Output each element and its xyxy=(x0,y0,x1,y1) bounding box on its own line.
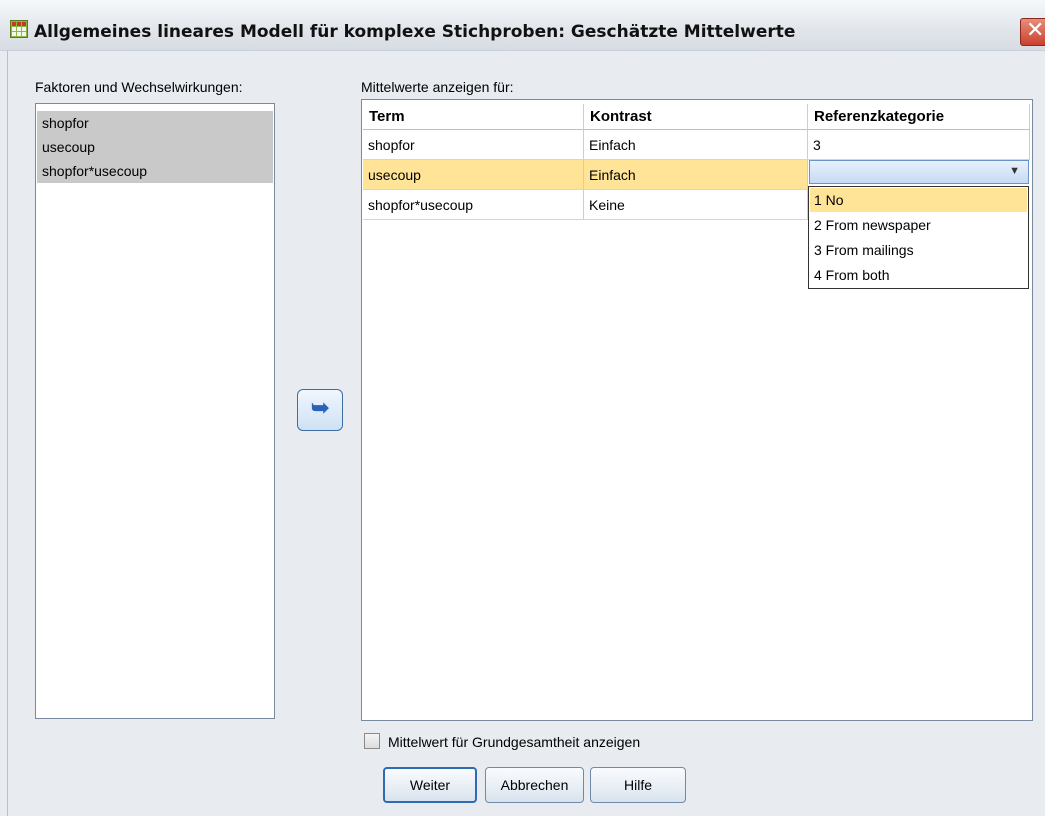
list-item[interactable]: shopfor xyxy=(37,111,273,135)
factors-label: Faktoren und Wechselwirkungen: xyxy=(35,79,243,95)
window-title: Allgemeines lineares Modell für komplexe… xyxy=(34,22,796,42)
table-cell-contrast[interactable]: Einfach xyxy=(584,130,808,160)
list-item[interactable]: shopfor*usecoup xyxy=(37,159,273,183)
means-label: Mittelwerte anzeigen für: xyxy=(361,79,514,95)
table-cell-term[interactable]: shopfor*usecoup xyxy=(363,190,584,220)
window-frame-left xyxy=(0,51,8,816)
reference-category-dropdown[interactable]: 1 No 2 From newspaper 3 From mailings 4 … xyxy=(808,186,1029,289)
dropdown-option[interactable]: 2 From newspaper xyxy=(810,213,1027,237)
dropdown-option[interactable]: 4 From both xyxy=(810,263,1027,287)
column-header-reference[interactable]: Referenzkategorie xyxy=(808,104,1030,130)
chevron-down-icon: ▼ xyxy=(1009,165,1020,177)
move-left-arrow-icon: ➥ xyxy=(311,395,330,420)
close-button[interactable]: ✕ xyxy=(1020,18,1045,46)
table-cell-contrast[interactable]: Keine xyxy=(584,190,808,220)
dropdown-option[interactable]: 1 No xyxy=(810,188,1027,212)
help-button[interactable]: Hilfe xyxy=(590,767,686,803)
table-cell-contrast[interactable]: Einfach xyxy=(584,160,808,190)
dropdown-option[interactable]: 3 From mailings xyxy=(810,238,1027,262)
spss-table-icon xyxy=(10,20,28,38)
reference-category-combobox[interactable]: ▼ xyxy=(809,160,1029,184)
continue-button[interactable]: Weiter xyxy=(383,767,477,803)
table-cell-reference[interactable]: 3 xyxy=(808,130,1030,160)
move-button[interactable]: ➥ xyxy=(297,389,343,431)
title-bar: Allgemeines lineares Modell für komplexe… xyxy=(0,0,1045,51)
column-header-term[interactable]: Term xyxy=(363,104,584,130)
population-mean-checkbox[interactable] xyxy=(364,733,380,749)
close-icon: ✕ xyxy=(1026,18,1045,43)
column-header-contrast[interactable]: Kontrast xyxy=(584,104,808,130)
table-cell-term[interactable]: shopfor xyxy=(363,130,584,160)
population-mean-label: Mittelwert für Grundgesamtheit anzeigen xyxy=(388,734,641,750)
factors-list[interactable]: shopfor usecoup shopfor*usecoup xyxy=(35,103,275,719)
cancel-button[interactable]: Abbrechen xyxy=(485,767,584,803)
list-item[interactable]: usecoup xyxy=(37,135,273,159)
table-cell-term[interactable]: usecoup xyxy=(363,160,584,190)
